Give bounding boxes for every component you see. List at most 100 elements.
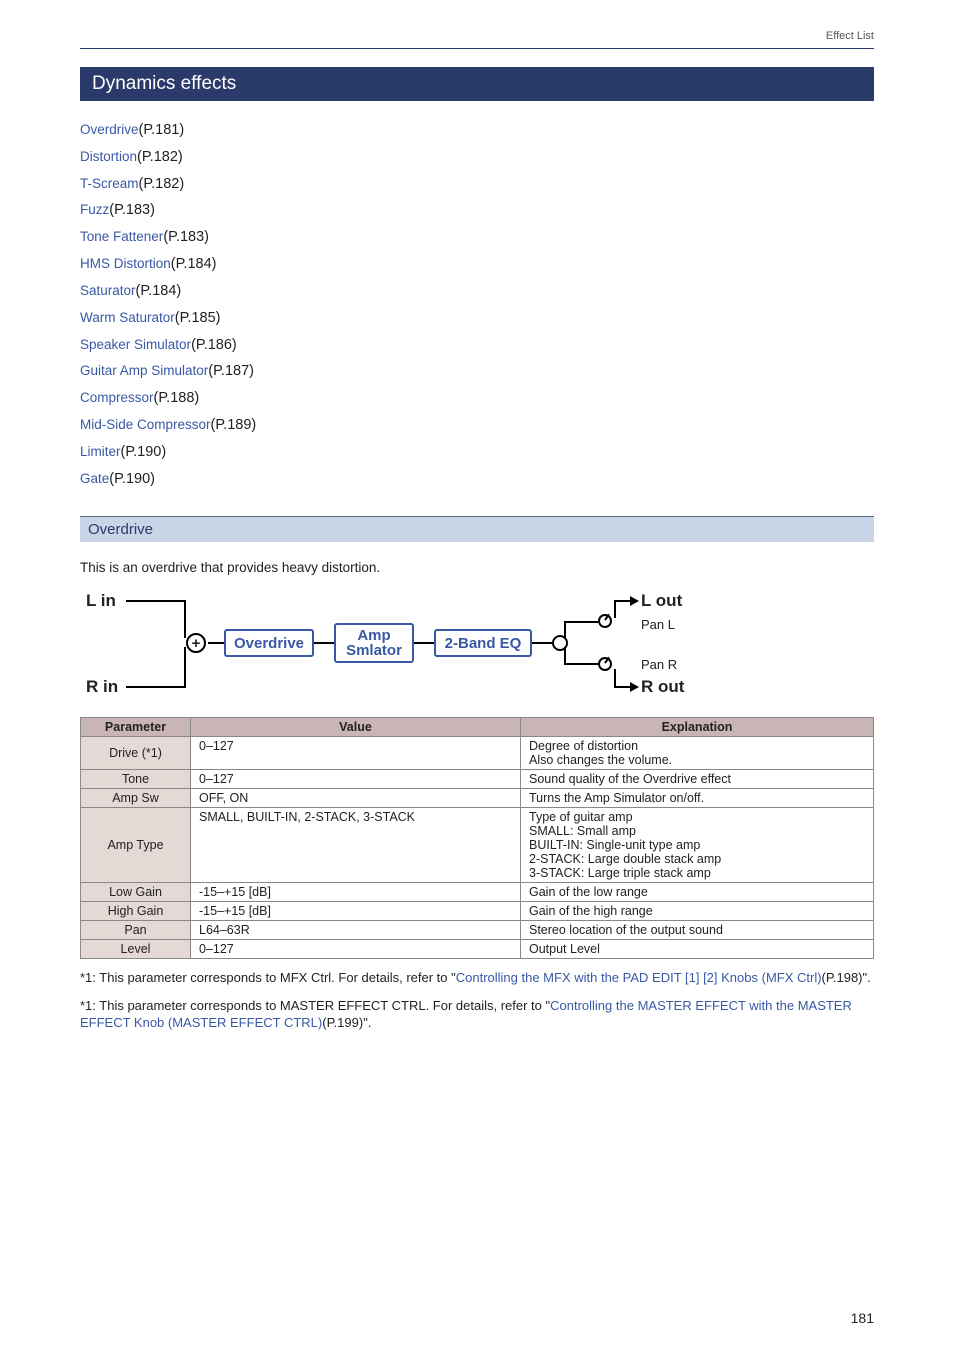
link-page: (P.183) <box>163 229 209 245</box>
page-number: 181 <box>851 1310 874 1326</box>
link-tone-fattener[interactable]: Tone Fattener <box>80 229 163 244</box>
cell-expl: Gain of the high range <box>521 902 874 921</box>
link-page: (P.189) <box>211 417 257 433</box>
link-page: (P.181) <box>139 122 185 138</box>
cell-expl: Output Level <box>521 940 874 959</box>
link-page: (P.183) <box>109 202 155 218</box>
link-mid-side-compressor[interactable]: Mid-Side Compressor <box>80 417 211 432</box>
effect-link-list: Overdrive(P.181) Distortion(P.182) T-Scr… <box>80 117 874 492</box>
col-value: Value <box>191 718 521 737</box>
link-page: (P.182) <box>139 176 185 192</box>
link-page: (P.185) <box>175 310 221 326</box>
link-page: (P.184) <box>136 283 182 299</box>
subsection-title-bar: Overdrive <box>80 516 874 542</box>
section-title-bar: Dynamics effects <box>80 67 874 101</box>
link-t-scream[interactable]: T-Scream <box>80 176 139 191</box>
link-distortion[interactable]: Distortion <box>80 149 137 164</box>
cell-param: Pan <box>81 921 191 940</box>
list-item: Distortion(P.182) <box>80 144 874 171</box>
link-limiter[interactable]: Limiter <box>80 444 121 459</box>
link-page: (P.186) <box>191 337 237 353</box>
list-item: Guitar Amp Simulator(P.187) <box>80 358 874 385</box>
footnote-1: *1: This parameter corresponds to MFX Ct… <box>80 969 874 987</box>
cell-param: High Gain <box>81 902 191 921</box>
label-pan-l: Pan L <box>641 617 675 632</box>
arrow-icon <box>630 596 639 606</box>
block-2band-eq: 2-Band EQ <box>434 629 532 657</box>
header-rule <box>80 48 874 49</box>
list-item: Mid-Side Compressor(P.189) <box>80 412 874 439</box>
cell-expl: Degree of distortionAlso changes the vol… <box>521 737 874 770</box>
subsection-intro: This is an overdrive that provides heavy… <box>80 560 874 575</box>
link-speaker-simulator[interactable]: Speaker Simulator <box>80 337 191 352</box>
block-amp-simulator: Amp Smlator <box>334 623 414 663</box>
pan-l-knob-icon <box>598 614 612 628</box>
cell-value: -15–+15 [dB] <box>191 902 521 921</box>
footnote-text: (P.198)". <box>822 970 871 985</box>
table-row: Amp TypeSMALL, BUILT-IN, 2-STACK, 3-STAC… <box>81 808 874 883</box>
block-amp-line1: Amp <box>336 628 412 644</box>
arrow-icon <box>630 682 639 692</box>
link-guitar-amp-simulator[interactable]: Guitar Amp Simulator <box>80 363 208 378</box>
cell-param: Level <box>81 940 191 959</box>
breadcrumb: Effect List <box>80 30 874 42</box>
cell-value: SMALL, BUILT-IN, 2-STACK, 3-STACK <box>191 808 521 883</box>
label-l-out: L out <box>641 591 682 611</box>
link-overdrive[interactable]: Overdrive <box>80 122 139 137</box>
cell-expl: Turns the Amp Simulator on/off. <box>521 789 874 808</box>
list-item: Warm Saturator(P.185) <box>80 305 874 332</box>
list-item: Saturator(P.184) <box>80 278 874 305</box>
cell-value: 0–127 <box>191 737 521 770</box>
link-fuzz[interactable]: Fuzz <box>80 202 109 217</box>
label-r-in: R in <box>86 677 118 697</box>
list-item: Limiter(P.190) <box>80 439 874 466</box>
cell-param: Amp Sw <box>81 789 191 808</box>
parameter-table: Parameter Value Explanation Drive (*1)0–… <box>80 717 874 959</box>
link-hms-distortion[interactable]: HMS Distortion <box>80 256 171 271</box>
footnote-text: (P.199)". <box>322 1015 371 1030</box>
table-row: Tone0–127Sound quality of the Overdrive … <box>81 770 874 789</box>
cell-expl: Type of guitar ampSMALL: Small ampBUILT-… <box>521 808 874 883</box>
cell-value: -15–+15 [dB] <box>191 883 521 902</box>
link-gate[interactable]: Gate <box>80 471 109 486</box>
link-page: (P.184) <box>171 256 217 272</box>
signal-flow-diagram: L in R in L out R out Pan L Pan R + Over… <box>86 589 706 699</box>
list-item: Compressor(P.188) <box>80 385 874 412</box>
link-saturator[interactable]: Saturator <box>80 283 136 298</box>
cell-param: Drive (*1) <box>81 737 191 770</box>
link-warm-saturator[interactable]: Warm Saturator <box>80 310 175 325</box>
cell-value: L64–63R <box>191 921 521 940</box>
footnote-text: *1: This parameter corresponds to MASTER… <box>80 998 550 1013</box>
link-compressor[interactable]: Compressor <box>80 390 154 405</box>
cell-value: 0–127 <box>191 770 521 789</box>
label-l-in: L in <box>86 591 116 611</box>
cell-param: Tone <box>81 770 191 789</box>
cell-expl: Sound quality of the Overdrive effect <box>521 770 874 789</box>
block-amp-line2: Smlator <box>336 643 412 659</box>
table-header-row: Parameter Value Explanation <box>81 718 874 737</box>
link-page: (P.190) <box>109 471 155 487</box>
list-item: T-Scream(P.182) <box>80 171 874 198</box>
table-row: Amp SwOFF, ONTurns the Amp Simulator on/… <box>81 789 874 808</box>
list-item: Overdrive(P.181) <box>80 117 874 144</box>
cell-param: Amp Type <box>81 808 191 883</box>
link-page: (P.182) <box>137 149 183 165</box>
table-row: Low Gain-15–+15 [dB]Gain of the low rang… <box>81 883 874 902</box>
footnote-2: *1: This parameter corresponds to MASTER… <box>80 997 874 1032</box>
col-parameter: Parameter <box>81 718 191 737</box>
link-page: (P.188) <box>154 390 200 406</box>
footnote-link-mfx-ctrl[interactable]: Controlling the MFX with the PAD EDIT [1… <box>456 970 822 985</box>
block-overdrive: Overdrive <box>224 629 314 657</box>
list-item: Speaker Simulator(P.186) <box>80 332 874 359</box>
footnote-text: *1: This parameter corresponds to MFX Ct… <box>80 970 456 985</box>
cell-value: OFF, ON <box>191 789 521 808</box>
cell-param: Low Gain <box>81 883 191 902</box>
table-row: PanL64–63RStereo location of the output … <box>81 921 874 940</box>
list-item: Gate(P.190) <box>80 466 874 493</box>
table-body: Drive (*1)0–127Degree of distortionAlso … <box>81 737 874 959</box>
table-row: High Gain-15–+15 [dB]Gain of the high ra… <box>81 902 874 921</box>
pan-r-knob-icon <box>598 657 612 671</box>
col-explanation: Explanation <box>521 718 874 737</box>
link-page: (P.190) <box>121 444 167 460</box>
cell-value: 0–127 <box>191 940 521 959</box>
